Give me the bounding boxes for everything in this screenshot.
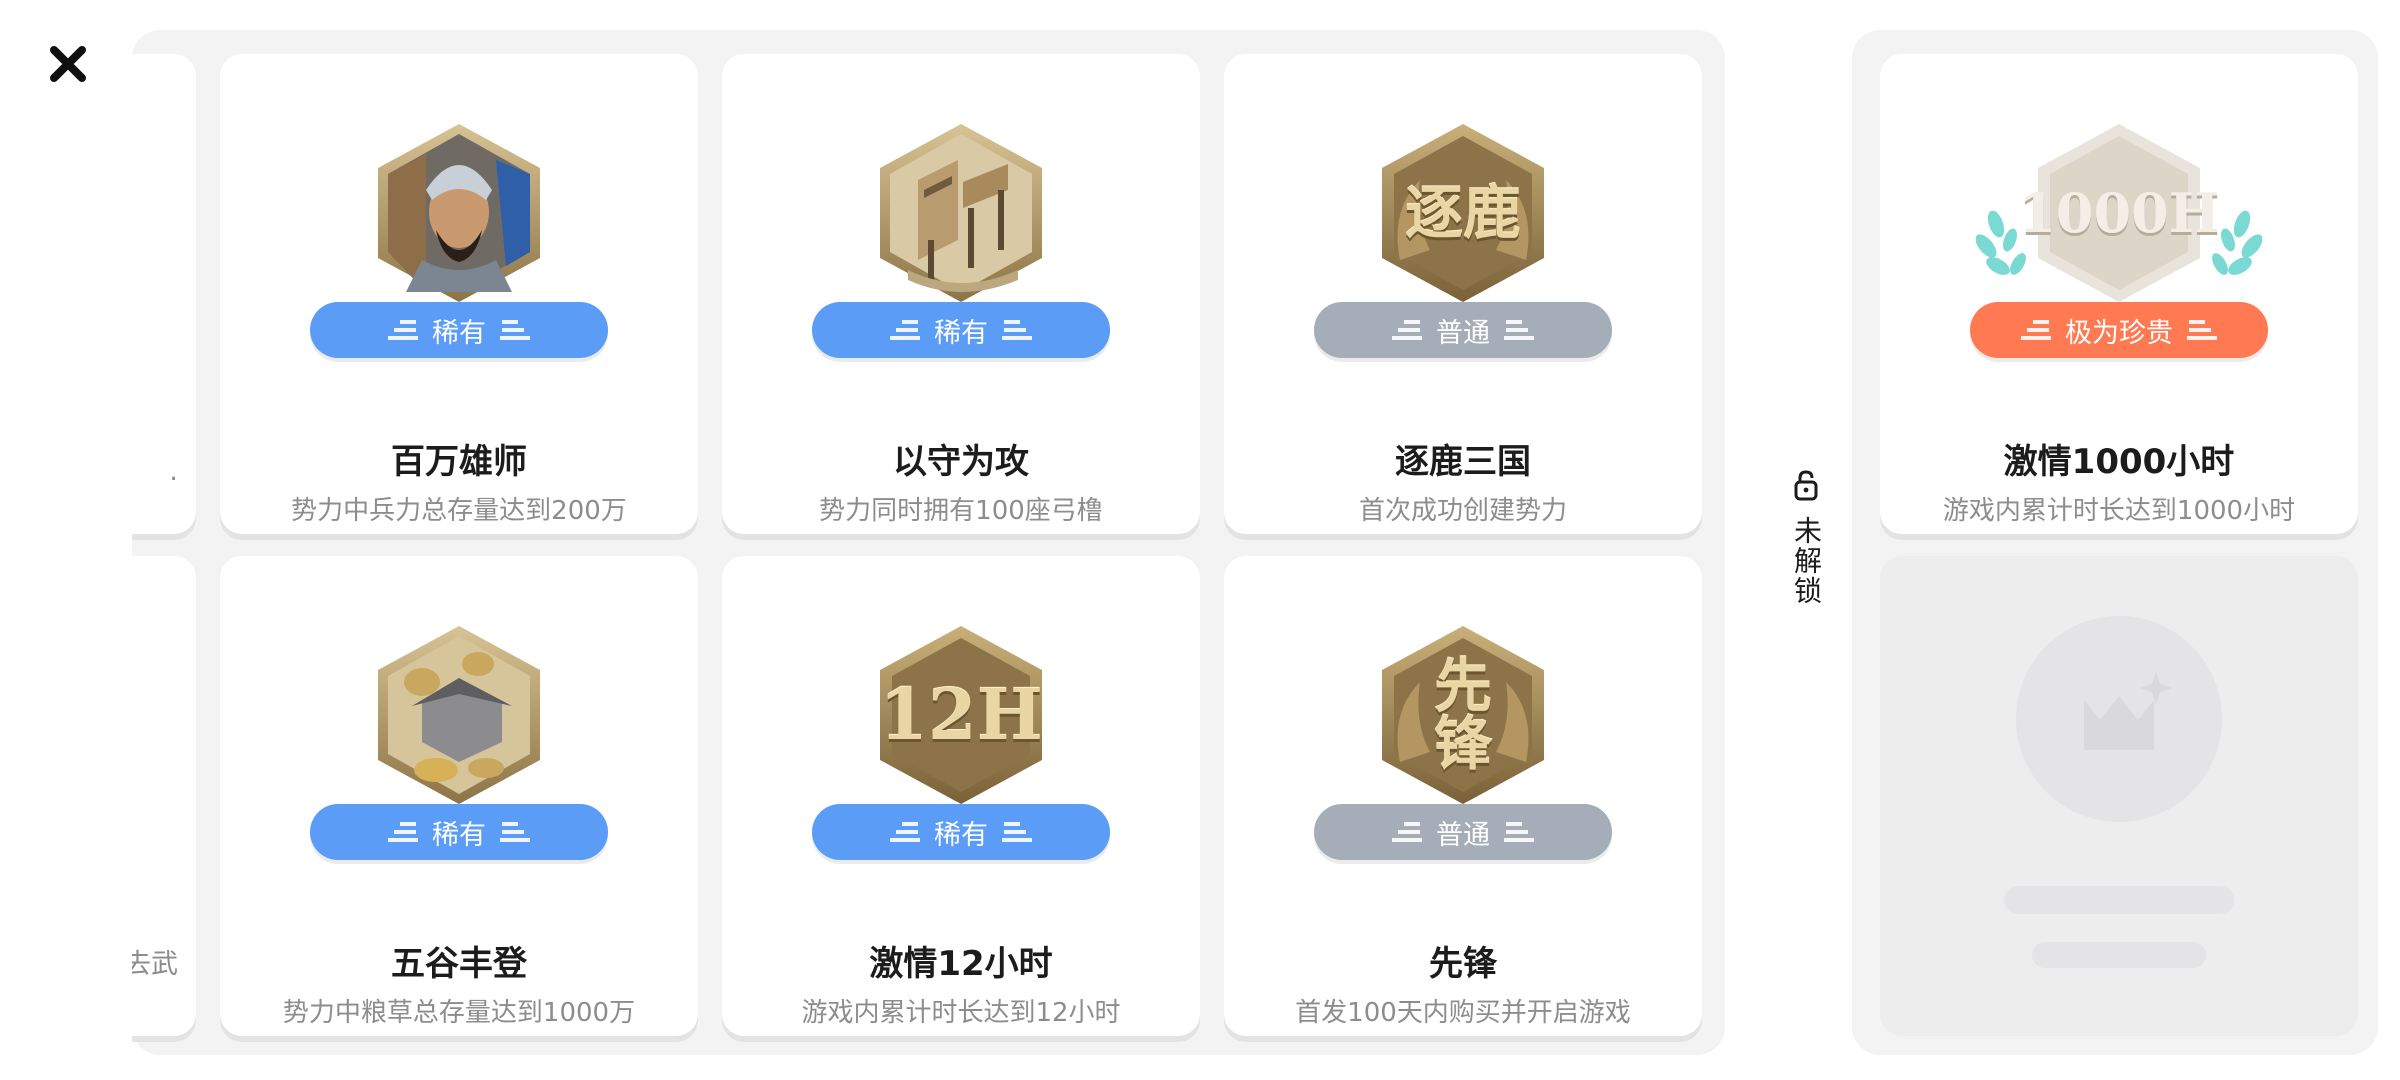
rarity-deco-icon — [890, 318, 920, 342]
placeholder-badge — [2016, 616, 2222, 822]
rarity-badge: 普通 — [1314, 302, 1612, 358]
twelve-hours-icon: 12H — [868, 622, 1054, 808]
achievement-desc: 势力同时拥有100座弓橹 — [819, 496, 1103, 526]
badge-glyph: 逐鹿 — [1404, 179, 1521, 247]
achievement-card[interactable]: 12H 稀有 激情12小时 游戏内累计时长达到12小时 — [722, 556, 1200, 1036]
badge-glyph: 1000H — [2018, 181, 2220, 245]
achievement-desc: . — [169, 456, 178, 487]
rarity-deco-icon — [1002, 820, 1032, 844]
rarity-deco-icon — [1392, 318, 1422, 342]
rarity-deco-icon — [388, 318, 418, 342]
achievement-title: 百万雄师 — [391, 442, 527, 482]
rarity-badge: 稀有 — [812, 302, 1110, 358]
rarity-deco-icon — [1504, 318, 1534, 342]
close-icon — [50, 46, 86, 82]
rarity-label: 稀有 — [432, 819, 486, 851]
rarity-badge: 稀有 — [310, 804, 608, 860]
badge-glyph: 先锋 — [1433, 652, 1492, 778]
deer-chase-glyph-icon: 逐鹿 — [1370, 120, 1556, 306]
rarity-label: 稀有 — [934, 819, 988, 851]
thousand-hours-icon: 1000H — [2018, 120, 2220, 306]
placeholder-desc-bar — [2032, 942, 2206, 968]
achievement-card[interactable]: 稀有 五谷丰登 势力中粮草总存量达到1000万 — [220, 556, 698, 1036]
achievement-desc: 首发100天内购买并开启游戏 — [1295, 998, 1631, 1028]
rarity-deco-icon — [2187, 318, 2217, 342]
rarity-label: 稀有 — [432, 317, 486, 349]
achievement-title: 激情12小时 — [869, 944, 1053, 984]
badge-glyph: 12H — [879, 673, 1043, 756]
vanguard-glyph-icon: 先锋 — [1370, 622, 1556, 808]
achievement-card-partial[interactable]: . — [132, 54, 196, 534]
achievement-title: 先锋 — [1429, 944, 1497, 984]
rarity-deco-icon — [1002, 318, 1032, 342]
rarity-label: 极为珍贵 — [2065, 317, 2173, 349]
granary-icon — [366, 622, 552, 808]
achievement-title: 以守为攻 — [893, 442, 1029, 482]
achievement-title: 激情1000小时 — [2003, 442, 2235, 482]
rarity-badge: 普通 — [1314, 804, 1612, 860]
achievement-desc: 游戏内累计时长达到12小时 — [801, 998, 1121, 1028]
rarity-deco-icon — [500, 820, 530, 844]
rarity-label: 普通 — [1436, 819, 1490, 851]
placeholder-title-bar — [2004, 886, 2234, 914]
achievement-card[interactable]: 先锋 普通 先锋 首发100天内购买并开启游戏 — [1224, 556, 1702, 1036]
achievement-card-locked[interactable]: 1000H 极为珍贵 激情1000小时 游戏内累计时长达到1000小时 — [1880, 54, 2358, 534]
achievement-card-partial[interactable]: 去武 — [132, 556, 196, 1036]
locked-section-label: 未解锁 — [1786, 468, 1826, 606]
rarity-badge: 稀有 — [812, 804, 1110, 860]
rarity-badge: 稀有 — [310, 302, 608, 358]
achievement-title: 五谷丰登 — [391, 944, 527, 984]
rarity-deco-icon — [1504, 820, 1534, 844]
placeholder-card — [1880, 556, 2358, 1036]
lock-icon — [1794, 470, 1818, 501]
rarity-label: 稀有 — [934, 317, 988, 349]
rarity-deco-icon — [2021, 318, 2051, 342]
watchtower-icon — [868, 120, 1054, 306]
achievement-desc: 势力中兵力总存量达到200万 — [291, 496, 627, 526]
rarity-deco-icon — [388, 820, 418, 844]
achievement-desc: 势力中粮草总存量达到1000万 — [282, 998, 636, 1028]
achievement-desc: 游戏内累计时长达到1000小时 — [1942, 496, 2296, 526]
rarity-deco-icon — [500, 318, 530, 342]
rarity-deco-icon — [1392, 820, 1422, 844]
rarity-deco-icon — [890, 820, 920, 844]
achievement-title: 逐鹿三国 — [1395, 442, 1531, 482]
achievement-card[interactable]: 稀有 以守为攻 势力同时拥有100座弓橹 — [722, 54, 1200, 534]
achievement-desc: 首次成功创建势力 — [1358, 496, 1567, 526]
general-portrait-icon — [366, 120, 552, 306]
crown-sparkle-icon — [2084, 672, 2172, 750]
close-button[interactable] — [48, 44, 88, 84]
locked-label: 未解锁 — [1790, 516, 1823, 606]
rarity-label: 普通 — [1436, 317, 1490, 349]
achievement-card[interactable]: 逐鹿 普通 逐鹿三国 首次成功创建势力 — [1224, 54, 1702, 534]
rarity-badge: 极为珍贵 — [1970, 302, 2268, 358]
achievement-card[interactable]: 稀有 百万雄师 势力中兵力总存量达到200万 — [220, 54, 698, 534]
achievement-desc: 去武 — [132, 949, 178, 980]
